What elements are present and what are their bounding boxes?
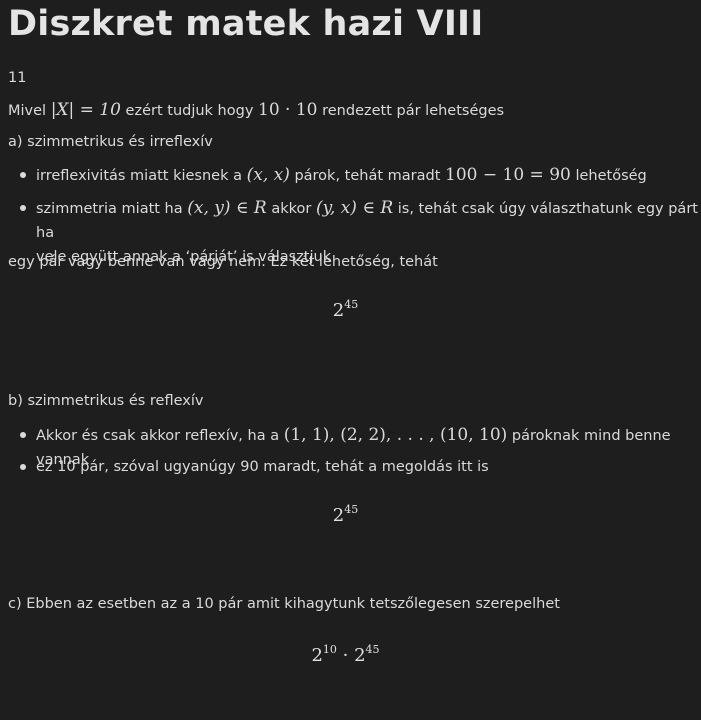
part-a-bullet-1-math-pair: (x, x) bbox=[246, 165, 290, 185]
part-a-bullet-2-math-yx: (y, x) ∈ R bbox=[315, 198, 394, 218]
intro-text-post: rendezett pár lehetséges bbox=[317, 103, 505, 119]
part-a-bullet-1-mid: párok, tehát maradt bbox=[289, 168, 446, 184]
page-title: Diszkret matek hazi VIII bbox=[8, 4, 484, 44]
part-c-heading: c) Ebben az esetben az a 10 pár amit kih… bbox=[8, 596, 560, 612]
part-a-bullet-1-post: lehetőség bbox=[570, 168, 647, 184]
part-c-result-exponent-1: 10 bbox=[322, 643, 337, 656]
part-b-result: 245 bbox=[8, 503, 683, 526]
part-b-bullet-1-math-pairs: (1, 1), (2, 2), . . . , (10, 10) bbox=[283, 425, 508, 445]
part-b-result-base: 2 bbox=[332, 505, 345, 526]
bullet-icon bbox=[20, 432, 26, 438]
part-a-bullet-2-math-xy: (x, y) ∈ R bbox=[187, 198, 267, 218]
part-c-result-base-1: 2 bbox=[311, 645, 323, 666]
intro-text-pre: Mivel bbox=[8, 103, 51, 119]
bullet-icon bbox=[20, 205, 26, 211]
intro-math-set-size: |X| = 10 bbox=[50, 100, 121, 120]
bullet-icon bbox=[20, 172, 26, 178]
part-a-bullet-2-pre: szimmetria miatt ha bbox=[36, 201, 188, 217]
intro-paragraph: Mivel |X| = 10 ezért tudjuk hogy 10 · 10… bbox=[8, 100, 504, 120]
part-c-result-exponent-2: 45 bbox=[365, 643, 380, 656]
bullet-icon bbox=[20, 464, 26, 470]
part-a-conclusion: egy pár vagy benne van vagy nem. Ez két … bbox=[8, 254, 438, 270]
part-a-bullet-1-math-count: 100 − 10 = 90 bbox=[445, 165, 571, 185]
part-c-result-base-2: 2 bbox=[354, 645, 366, 666]
part-a-result: 245 bbox=[8, 298, 683, 321]
part-c-result-dot: · bbox=[336, 645, 355, 666]
part-c-result: 210 · 245 bbox=[8, 643, 683, 666]
task-number: 11 bbox=[8, 70, 27, 86]
part-b-bullet-2: ez 10 pár, szóval ugyanúgy 90 maradt, te… bbox=[36, 459, 489, 475]
part-b-result-exponent: 45 bbox=[344, 503, 359, 516]
part-b-heading: b) szimmetrikus és reflexív bbox=[8, 393, 204, 409]
part-b-bullet-1-pre: Akkor és csak akkor reflexív, ha a bbox=[36, 428, 284, 444]
part-a-heading: a) szimmetrikus és irreflexív bbox=[8, 134, 213, 150]
intro-text-mid: ezért tudjuk hogy bbox=[120, 103, 259, 119]
part-a-result-exponent: 45 bbox=[344, 298, 359, 311]
part-a-bullet-2-mid: akkor bbox=[266, 201, 316, 217]
part-a-bullet-1: irreflexivitás miatt kiesnek a (x, x) pá… bbox=[36, 163, 701, 188]
part-a-result-base: 2 bbox=[332, 300, 345, 321]
intro-math-product: 10 · 10 bbox=[258, 100, 318, 120]
part-a-bullet-1-pre: irreflexivitás miatt kiesnek a bbox=[36, 168, 247, 184]
